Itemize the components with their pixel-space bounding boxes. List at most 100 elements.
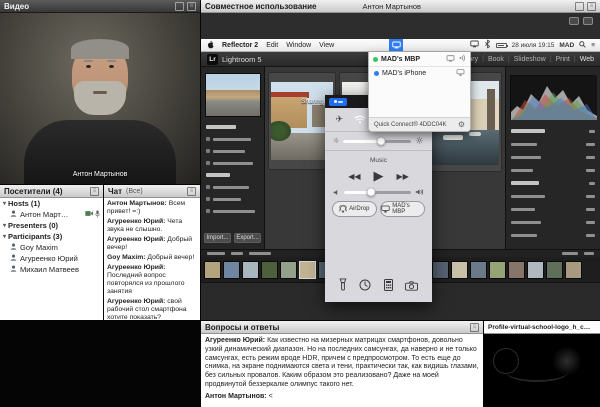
lightroom-left-panel: Import... Export... xyxy=(201,67,265,249)
filmstrip-thumbnail-selected[interactable] xyxy=(299,261,316,279)
module-slideshow[interactable]: Slideshow xyxy=(514,56,546,63)
attendees-group-hosts[interactable]: ▾ Hosts (1) xyxy=(0,198,103,209)
qa-pod: Вопросы и ответы ≡ Агуреенко Юрий: Как и… xyxy=(201,321,483,407)
filmstrip-thumbnail[interactable] xyxy=(432,261,449,279)
previous-track-button[interactable]: ◀◀ xyxy=(348,172,360,181)
attendee-row[interactable]: Goy Maxim xyxy=(0,242,103,253)
airplay-button[interactable]: MAD's MBP xyxy=(380,201,425,217)
filmstrip-thumbnail[interactable] xyxy=(242,261,259,279)
brightness-high-icon: ☼ xyxy=(415,136,424,147)
play-button[interactable]: ▶ xyxy=(374,169,384,184)
video-fullscreen-button[interactable] xyxy=(175,2,184,11)
panel-row[interactable] xyxy=(511,166,595,174)
module-book[interactable]: Book xyxy=(488,56,504,63)
qa-author: Антон Мартынов: xyxy=(205,393,267,400)
share-fullscreen-button[interactable] xyxy=(575,2,584,11)
panel-row[interactable] xyxy=(511,231,595,239)
filmstrip-thumbnail[interactable] xyxy=(489,261,506,279)
filmstrip-thumbnail[interactable] xyxy=(223,261,240,279)
filmstrip-thumbnail[interactable] xyxy=(280,261,297,279)
folder-item[interactable] xyxy=(206,171,230,179)
filmstrip-thumbnail[interactable] xyxy=(204,261,221,279)
collapse-arrow-icon[interactable]: ▾ xyxy=(3,233,6,240)
broadcast-mode-icon[interactable] xyxy=(458,54,466,64)
webcam-status-icon xyxy=(85,210,93,219)
qa-pod-menu-button[interactable]: ≡ xyxy=(470,323,479,332)
attendee-row[interactable]: Агуреенко Юрий xyxy=(0,253,103,264)
timer-button[interactable] xyxy=(359,278,371,296)
menubar-app-name[interactable]: Reflector 2 xyxy=(222,42,258,49)
panel-row[interactable] xyxy=(511,127,595,135)
menubar-menu-edit[interactable]: Edit xyxy=(266,42,278,49)
folder-item[interactable] xyxy=(206,183,249,191)
share-view-button[interactable] xyxy=(583,17,593,25)
camera-button[interactable] xyxy=(405,278,418,296)
apple-menu-icon[interactable] xyxy=(206,40,214,51)
menubar-menu-window[interactable]: Window xyxy=(286,42,311,49)
spotlight-search-icon[interactable] xyxy=(579,41,586,50)
quick-connect-label: Quick Connect® 4DDC04K xyxy=(374,122,446,128)
share-pod: Совместное использование Антон Мартынов … xyxy=(201,0,600,320)
attendees-group-presenters[interactable]: ▾ Presenters (0) xyxy=(0,220,103,231)
filmstrip-thumbnail[interactable] xyxy=(546,261,563,279)
attendees-group-participants[interactable]: ▾ Participants (3) xyxy=(0,231,103,242)
share-zoom-button[interactable] xyxy=(569,17,579,25)
brightness-slider[interactable]: ☼ ☼ xyxy=(325,135,432,147)
mirror-mode-icon[interactable] xyxy=(446,55,455,64)
calculator-button[interactable] xyxy=(384,278,393,296)
chat-pod-menu-button[interactable]: ≡ xyxy=(187,187,196,196)
iphone-device-row[interactable]: MAD's iPhone xyxy=(369,67,470,80)
airplane-mode-toggle[interactable]: ✈ xyxy=(335,115,343,125)
display-menu-icon[interactable] xyxy=(470,40,479,50)
attendee-row-host[interactable]: Антон Мартынов xyxy=(0,209,103,220)
quick-connect-row[interactable]: Quick Connect® 4DDC04K ⚙ xyxy=(369,117,470,131)
panel-row[interactable] xyxy=(511,153,595,161)
folder-item[interactable] xyxy=(206,159,253,167)
attendees-pod-menu-button[interactable]: ≡ xyxy=(90,187,99,196)
folder-item[interactable] xyxy=(206,123,236,131)
panel-row[interactable] xyxy=(511,205,595,213)
attendee-name: Goy Maxim xyxy=(20,243,58,252)
export-button[interactable]: Export... xyxy=(234,233,261,243)
airdrop-button[interactable]: AirDrop xyxy=(332,201,377,217)
menubar-clock[interactable]: 28 июля 19:15 xyxy=(512,42,555,49)
module-web[interactable]: Web xyxy=(580,56,594,63)
attendee-name: Агуреенко Юрий xyxy=(20,254,78,263)
folder-item[interactable] xyxy=(206,147,245,155)
attendees-list: ▾ Hosts (1) Антон Мартынов ▾ xyxy=(0,198,103,320)
menubar-user[interactable]: MAD xyxy=(559,42,574,49)
wifi-toggle[interactable] xyxy=(354,111,366,129)
attendee-row[interactable]: Михаил Матвеев xyxy=(0,264,103,275)
flashlight-button[interactable] xyxy=(339,278,347,296)
record-button[interactable] xyxy=(329,98,347,106)
video-pod-menu-button[interactable]: ≡ xyxy=(187,2,196,11)
filmstrip-thumbnail[interactable] xyxy=(261,261,278,279)
filmstrip-thumbnail[interactable] xyxy=(508,261,525,279)
airplay-menu-icon[interactable] xyxy=(389,39,403,51)
share-pod-menu-button[interactable]: ≡ xyxy=(587,2,596,11)
folder-item[interactable] xyxy=(206,135,251,143)
panel-row[interactable] xyxy=(511,179,595,187)
volume-slider[interactable] xyxy=(325,186,432,198)
bluetooth-menu-icon[interactable] xyxy=(484,39,491,51)
notification-center-icon[interactable]: ≡ xyxy=(591,42,595,49)
panel-row[interactable] xyxy=(511,218,595,226)
next-track-button[interactable]: ▶▶ xyxy=(397,172,409,181)
filmstrip-thumbnail[interactable] xyxy=(565,261,582,279)
filmstrip-thumbnail[interactable] xyxy=(527,261,544,279)
chat-author: Антон Мартынов: xyxy=(107,200,167,207)
collapse-arrow-icon[interactable]: ▾ xyxy=(3,222,6,229)
battery-icon[interactable] xyxy=(496,43,507,48)
panel-row[interactable] xyxy=(511,192,595,200)
filmstrip-thumbnail[interactable] xyxy=(470,261,487,279)
folder-item[interactable] xyxy=(206,207,255,215)
folder-item[interactable] xyxy=(206,195,241,203)
settings-gear-icon[interactable]: ⚙ xyxy=(458,120,465,129)
filmstrip-thumbnail[interactable] xyxy=(451,261,468,279)
import-button[interactable]: Import... xyxy=(204,233,231,243)
person-icon xyxy=(10,265,17,274)
module-print[interactable]: Print xyxy=(555,56,569,63)
collapse-arrow-icon[interactable]: ▾ xyxy=(3,200,6,207)
panel-row[interactable] xyxy=(511,140,595,148)
menubar-menu-view[interactable]: View xyxy=(319,42,334,49)
